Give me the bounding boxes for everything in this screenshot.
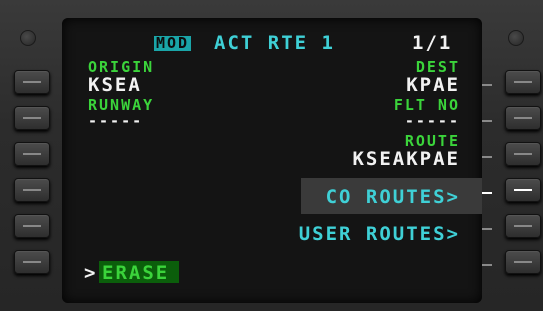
page-number: 1/1 bbox=[412, 32, 453, 54]
erase-caret: > bbox=[84, 262, 98, 284]
lsk-1r[interactable] bbox=[505, 70, 541, 94]
origin-value: KSEA bbox=[88, 74, 142, 96]
cdu-display: MOD ACT RTE 1 1/1 ORIGIN KSEA RUNWAY ---… bbox=[62, 18, 482, 303]
mod-indicator: MOD bbox=[154, 34, 192, 52]
runway-value: ----- bbox=[88, 112, 144, 130]
screw-icon bbox=[508, 30, 524, 46]
dest-label: DEST bbox=[415, 58, 460, 76]
origin-label: ORIGIN bbox=[88, 58, 155, 76]
user-routes-prompt[interactable]: USER ROUTES> bbox=[299, 225, 460, 244]
erase-prompt[interactable]: ERASE bbox=[102, 264, 169, 283]
flt-no-label: FLT NO bbox=[393, 96, 460, 114]
lsk-3r[interactable] bbox=[505, 142, 541, 166]
screw-icon bbox=[20, 30, 36, 46]
lsk-1l[interactable] bbox=[14, 70, 50, 94]
flt-no-value: ----- bbox=[404, 112, 460, 130]
lsk-5l[interactable] bbox=[14, 214, 50, 238]
page-title: ACT RTE 1 bbox=[214, 32, 335, 54]
lsk-2l[interactable] bbox=[14, 106, 50, 130]
lsk-5r[interactable] bbox=[505, 214, 541, 238]
lsk-2r[interactable] bbox=[505, 106, 541, 130]
route-value: KSEAKPAE bbox=[352, 148, 460, 170]
dest-value: KPAE bbox=[406, 74, 460, 96]
runway-label: RUNWAY bbox=[88, 96, 155, 114]
lsk-3l[interactable] bbox=[14, 142, 50, 166]
lsk-6l[interactable] bbox=[14, 250, 50, 274]
route-label: ROUTE bbox=[404, 132, 460, 150]
co-routes-prompt[interactable]: CO ROUTES> bbox=[326, 188, 460, 207]
lsk-6r[interactable] bbox=[505, 250, 541, 274]
lsk-4l[interactable] bbox=[14, 178, 50, 202]
lsk-4r[interactable] bbox=[505, 178, 541, 202]
